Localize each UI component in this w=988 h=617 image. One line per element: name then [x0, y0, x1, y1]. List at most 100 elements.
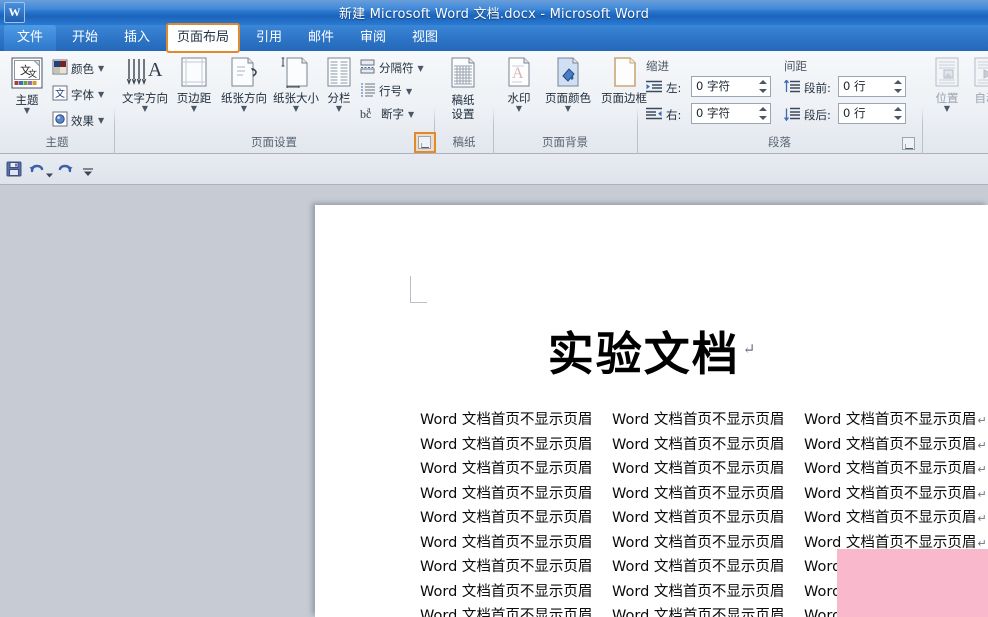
indent-left-stepper[interactable]: [757, 76, 769, 97]
svg-text:A: A: [512, 65, 524, 82]
document-body-text: Word 文档首页不显示页眉: [612, 580, 784, 601]
save-icon[interactable]: [6, 161, 22, 181]
hyphenation-button[interactable]: bc a 断字▼: [360, 105, 414, 123]
line-numbers-icon: [360, 82, 376, 100]
manuscript-settings-button[interactable]: 稿纸 设置: [438, 56, 488, 121]
document-body-text: Word 文档首页不显示页眉: [420, 433, 592, 454]
document-body-text: Word 文档首页不显示页眉↵: [804, 506, 987, 527]
chevron-down-icon: ▼: [172, 105, 216, 113]
document-body-text: Word 文档首页不显示页眉: [420, 555, 592, 576]
document-body-text: Word 文档首页不显示页眉: [420, 506, 592, 527]
page-color-button[interactable]: 页面颜色 ▼: [540, 56, 596, 113]
customize-qat-icon[interactable]: [82, 163, 94, 182]
wrap-text-icon: [966, 56, 988, 91]
document-body-text: Word 文档首页不显示页眉↵: [804, 482, 987, 503]
window-title: 新建 Microsoft Word 文档.docx - Microsoft Wo…: [0, 3, 988, 22]
chevron-down-icon: ▼: [98, 64, 104, 73]
tab-review[interactable]: 审阅: [350, 25, 396, 51]
document-body-line: Word 文档首页不显示页眉Word 文档首页不显示页眉Word 文档首页不显示…: [420, 482, 980, 507]
breaks-icon: [360, 59, 376, 77]
chevron-down-icon: ▼: [540, 105, 596, 113]
ribbon-group-labels: 主题 页面设置 稿纸 页面背景 段落: [0, 133, 988, 153]
quick-access-toolbar: [0, 154, 988, 185]
position-icon: [928, 56, 966, 91]
paper-size-button[interactable]: 纸张大小 ▼: [270, 56, 322, 113]
chevron-down-icon: ▼: [406, 87, 412, 96]
group-label-page-setup: 页面设置: [115, 133, 433, 153]
group-label-page-background: 页面背景: [494, 133, 636, 153]
tab-page-layout[interactable]: 页面布局: [166, 23, 240, 53]
tab-references[interactable]: 引用: [246, 25, 292, 51]
page-border-button[interactable]: 页面边框: [596, 56, 652, 105]
margins-icon: [172, 56, 216, 91]
space-before-icon: [784, 79, 800, 93]
document-body-text: Word 文档首页不显示页眉: [612, 555, 784, 576]
document-body-text: Word 文档首页不显示页眉: [420, 580, 592, 601]
document-heading-text: 实验文档: [548, 327, 740, 381]
text-direction-button[interactable]: A 文字方向 ▼: [119, 56, 171, 113]
line-numbers-button[interactable]: 行号 ▼: [360, 82, 412, 100]
document-body-line: Word 文档首页不显示页眉Word 文档首页不显示页眉Word 文档首页不显示…: [420, 433, 980, 458]
margins-button[interactable]: 页边距 ▼: [172, 56, 216, 113]
paragraph-mark-icon: ↵: [977, 439, 986, 452]
document-body-text: Word 文档首页不显示页眉: [612, 506, 784, 527]
wrap-text-label: 自动: [966, 92, 988, 105]
paper-size-icon: [270, 56, 322, 91]
document-body-text: Word 文档首页不显示页眉↵: [804, 408, 987, 429]
tab-insert[interactable]: 插入: [114, 25, 160, 51]
breaks-button[interactable]: 分隔符▼: [360, 59, 424, 77]
paragraph-mark-icon: ↵: [977, 537, 986, 550]
indent-left-icon: [646, 79, 662, 93]
svg-text:a: a: [367, 105, 371, 114]
theme-fonts-label: 字体: [71, 87, 94, 103]
indent-right-stepper[interactable]: [757, 103, 769, 124]
spacing-caption: 间距: [784, 58, 807, 74]
indent-right-icon: [646, 106, 662, 120]
watermark-button[interactable]: A 水印 ▼: [498, 56, 540, 113]
space-before-label: 段前:: [804, 80, 831, 96]
wrap-text-button[interactable]: 自动: [966, 56, 988, 105]
redo-icon[interactable]: [58, 161, 74, 181]
theme-fonts-button[interactable]: 文 字体▼: [52, 85, 104, 104]
manuscript-label-1: 稿纸: [438, 94, 488, 107]
indent-caption: 缩进: [646, 58, 669, 74]
page-color-icon: [540, 56, 596, 91]
document-heading: 实验文档↵: [315, 318, 988, 384]
theme-colors-label: 颜色: [71, 61, 94, 77]
group-label-paragraph: 段落: [638, 133, 921, 153]
line-numbers-label: 行号: [379, 83, 402, 99]
position-button[interactable]: 位置 ▼: [928, 56, 966, 113]
space-before-stepper[interactable]: [892, 76, 904, 97]
document-body-text: Word 文档首页不显示页眉: [612, 457, 784, 478]
document-body-text: Word 文档首页不显示页眉: [420, 408, 592, 429]
undo-icon[interactable]: [28, 161, 44, 181]
space-after-label: 段后:: [804, 107, 831, 123]
theme-colors-icon: [52, 59, 68, 78]
orientation-button[interactable]: 纸张方向 ▼: [218, 56, 270, 113]
space-after-stepper[interactable]: [892, 103, 904, 124]
tab-mailings[interactable]: 邮件: [298, 25, 344, 51]
tab-home[interactable]: 开始: [62, 25, 108, 51]
hyphenation-icon: bc a: [360, 105, 378, 123]
pink-redaction-box: [837, 549, 988, 617]
theme-effects-icon: [52, 111, 68, 130]
undo-dropdown-icon[interactable]: [45, 164, 54, 183]
themes-button[interactable]: 文 文 主题 ▼: [4, 56, 50, 115]
svg-text:文: 文: [28, 68, 37, 79]
title-bar: W 新建 Microsoft Word 文档.docx - Microsoft …: [0, 0, 988, 25]
theme-effects-button[interactable]: 效果▼: [52, 111, 104, 130]
chevron-down-icon: ▼: [928, 105, 966, 113]
theme-effects-label: 效果: [71, 113, 94, 129]
columns-button[interactable]: 分栏 ▼: [322, 56, 356, 113]
document-body-text: Word 文档首页不显示页眉: [612, 482, 784, 503]
document-body-text: Word 文档首页不显示页眉: [612, 433, 784, 454]
hyphenation-label: 断字: [381, 106, 404, 122]
tab-view[interactable]: 视图: [402, 25, 448, 51]
tab-file[interactable]: 文件: [4, 25, 56, 51]
page-border-label: 页面边框: [596, 92, 652, 105]
theme-colors-button[interactable]: 颜色 ▼: [52, 59, 104, 78]
manuscript-grid-icon: [438, 56, 488, 93]
document-body-text: Word 文档首页不显示页眉: [612, 531, 784, 552]
document-body-text: Word 文档首页不显示页眉: [612, 604, 784, 617]
page-border-icon: [596, 56, 652, 91]
